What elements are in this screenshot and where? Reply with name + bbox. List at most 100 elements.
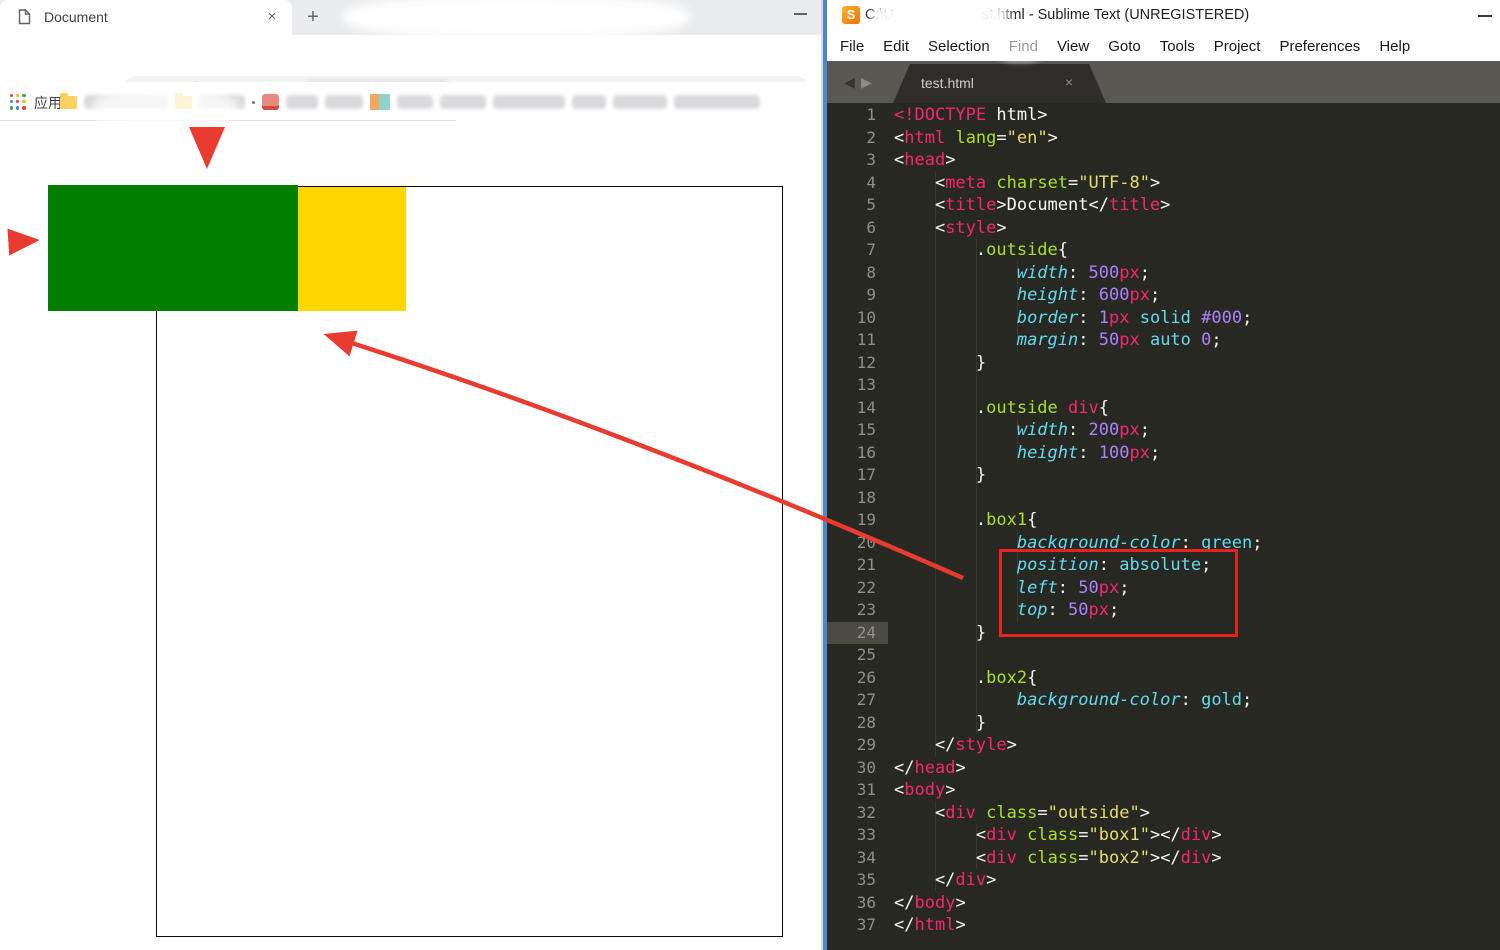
code-line-15[interactable]: width: 200px; <box>894 419 1494 442</box>
line-number[interactable]: 9 <box>827 284 888 307</box>
code-line-30[interactable]: </head> <box>894 757 1494 780</box>
code-line-4[interactable]: <meta charset="UTF-8"> <box>894 172 1494 195</box>
code-line-9[interactable]: height: 600px; <box>894 284 1494 307</box>
line-number[interactable]: 13 <box>827 374 888 397</box>
code-line-1[interactable]: <!DOCTYPE html> <box>894 104 1494 127</box>
sublime-minimize-icon[interactable] <box>1478 15 1492 17</box>
line-number[interactable]: 18 <box>827 487 888 510</box>
code-line-3[interactable]: <head> <box>894 149 1494 172</box>
menu-file[interactable]: File <box>840 38 864 55</box>
bookmark-item-redacted[interactable] <box>440 95 486 109</box>
apps-grid-icon[interactable] <box>10 94 26 110</box>
line-number[interactable]: 4 <box>827 172 888 195</box>
code-line-16[interactable]: height: 100px; <box>894 442 1494 465</box>
line-number[interactable]: 23 <box>827 599 888 622</box>
code-line-2[interactable]: <html lang="en"> <box>894 127 1494 150</box>
line-number[interactable]: 35 <box>827 869 888 892</box>
code-line-32[interactable]: <div class="outside"> <box>894 802 1494 825</box>
menu-tools[interactable]: Tools <box>1160 38 1195 55</box>
code-line-34[interactable]: <div class="box2"></div> <box>894 847 1494 870</box>
line-number[interactable]: 16 <box>827 442 888 465</box>
line-number[interactable]: 7 <box>827 239 888 262</box>
menu-goto[interactable]: Goto <box>1108 38 1141 55</box>
bookmark-item-redacted[interactable] <box>493 95 565 109</box>
bookmark-item-redacted[interactable] <box>397 95 433 109</box>
code-line-14[interactable]: .outside div{ <box>894 397 1494 420</box>
code-line-27[interactable]: background-color: gold; <box>894 689 1494 712</box>
browser-minimize-icon[interactable] <box>794 13 807 15</box>
code-line-19[interactable]: .box1{ <box>894 509 1494 532</box>
bookmark-site-icon[interactable] <box>370 94 390 110</box>
line-number[interactable]: 33 <box>827 824 888 847</box>
code-line-37[interactable]: </html> <box>894 914 1494 937</box>
bookmark-item-redacted[interactable] <box>286 95 318 109</box>
menu-preferences[interactable]: Preferences <box>1279 38 1360 55</box>
code-line-33[interactable]: <div class="box1"></div> <box>894 824 1494 847</box>
line-number[interactable]: 30 <box>827 757 888 780</box>
code-line-7[interactable]: .outside{ <box>894 239 1494 262</box>
line-number[interactable]: 3 <box>827 149 888 172</box>
line-number[interactable]: 29 <box>827 734 888 757</box>
code-line-5[interactable]: <title>Document</title> <box>894 194 1494 217</box>
line-number[interactable]: 28 <box>827 712 888 735</box>
line-number[interactable]: 12 <box>827 352 888 375</box>
tab-nav-right-icon[interactable]: ▶ <box>861 74 872 91</box>
line-number[interactable]: 5 <box>827 194 888 217</box>
sublime-tab-close-icon[interactable]: × <box>1061 74 1077 90</box>
line-number[interactable]: 2 <box>827 127 888 150</box>
sublime-tab-testhtml[interactable]: test.html × <box>893 64 1106 103</box>
line-number[interactable]: 14 <box>827 397 888 420</box>
tab-close-icon[interactable]: × <box>262 7 282 27</box>
code-line-6[interactable]: <style> <box>894 217 1494 240</box>
code-line-29[interactable]: </style> <box>894 734 1494 757</box>
line-number[interactable]: 31 <box>827 779 888 802</box>
bookmark-item-redacted[interactable] <box>613 95 667 109</box>
code-line-12[interactable]: } <box>894 352 1494 375</box>
menu-selection[interactable]: Selection <box>928 38 990 55</box>
new-tab-button[interactable]: + <box>300 5 326 31</box>
code-line-35[interactable]: </div> <box>894 869 1494 892</box>
menu-edit[interactable]: Edit <box>883 38 909 55</box>
bookmark-item-redacted[interactable] <box>674 95 760 109</box>
tab-nav-left-icon[interactable]: ◀ <box>844 74 855 91</box>
menu-view[interactable]: View <box>1057 38 1089 55</box>
line-number[interactable]: 32 <box>827 802 888 825</box>
bookmark-site-icon[interactable] <box>262 94 279 110</box>
code-line-17[interactable]: } <box>894 464 1494 487</box>
line-number[interactable]: 8 <box>827 262 888 285</box>
code-line-25[interactable] <box>894 644 1494 667</box>
code-line-18[interactable] <box>894 487 1494 510</box>
line-number[interactable]: 21 <box>827 554 888 577</box>
bookmark-item-redacted[interactable] <box>572 95 606 109</box>
line-number[interactable]: 11 <box>827 329 888 352</box>
menu-help[interactable]: Help <box>1379 38 1410 55</box>
line-number[interactable]: 1 <box>827 104 888 127</box>
line-number[interactable]: 26 <box>827 667 888 690</box>
line-number[interactable]: 22 <box>827 577 888 600</box>
code-line-13[interactable] <box>894 374 1494 397</box>
menu-project[interactable]: Project <box>1214 38 1261 55</box>
line-number[interactable]: 34 <box>827 847 888 870</box>
line-number[interactable]: 19 <box>827 509 888 532</box>
line-number[interactable]: 20 <box>827 532 888 555</box>
line-number[interactable]: 37 <box>827 914 888 937</box>
line-number[interactable]: 6 <box>827 217 888 240</box>
code-line-28[interactable]: } <box>894 712 1494 735</box>
code-line-10[interactable]: border: 1px solid #000; <box>894 307 1494 330</box>
line-number[interactable]: 27 <box>827 689 888 712</box>
code-line-11[interactable]: margin: 50px auto 0; <box>894 329 1494 352</box>
code-line-36[interactable]: </body> <box>894 892 1494 915</box>
line-number[interactable]: 24 <box>827 622 888 645</box>
apps-label[interactable]: 应用 <box>34 93 62 113</box>
line-number[interactable]: 36 <box>827 892 888 915</box>
browser-tab-document[interactable]: Document × <box>0 0 292 35</box>
line-number[interactable]: 25 <box>827 644 888 667</box>
line-number[interactable]: 17 <box>827 464 888 487</box>
line-number[interactable]: 15 <box>827 419 888 442</box>
code-line-26[interactable]: .box2{ <box>894 667 1494 690</box>
code-line-8[interactable]: width: 500px; <box>894 262 1494 285</box>
code-line-31[interactable]: <body> <box>894 779 1494 802</box>
bookmark-item-redacted[interactable] <box>325 95 363 109</box>
bookmark-folder-icon[interactable] <box>60 96 77 109</box>
line-number[interactable]: 10 <box>827 307 888 330</box>
